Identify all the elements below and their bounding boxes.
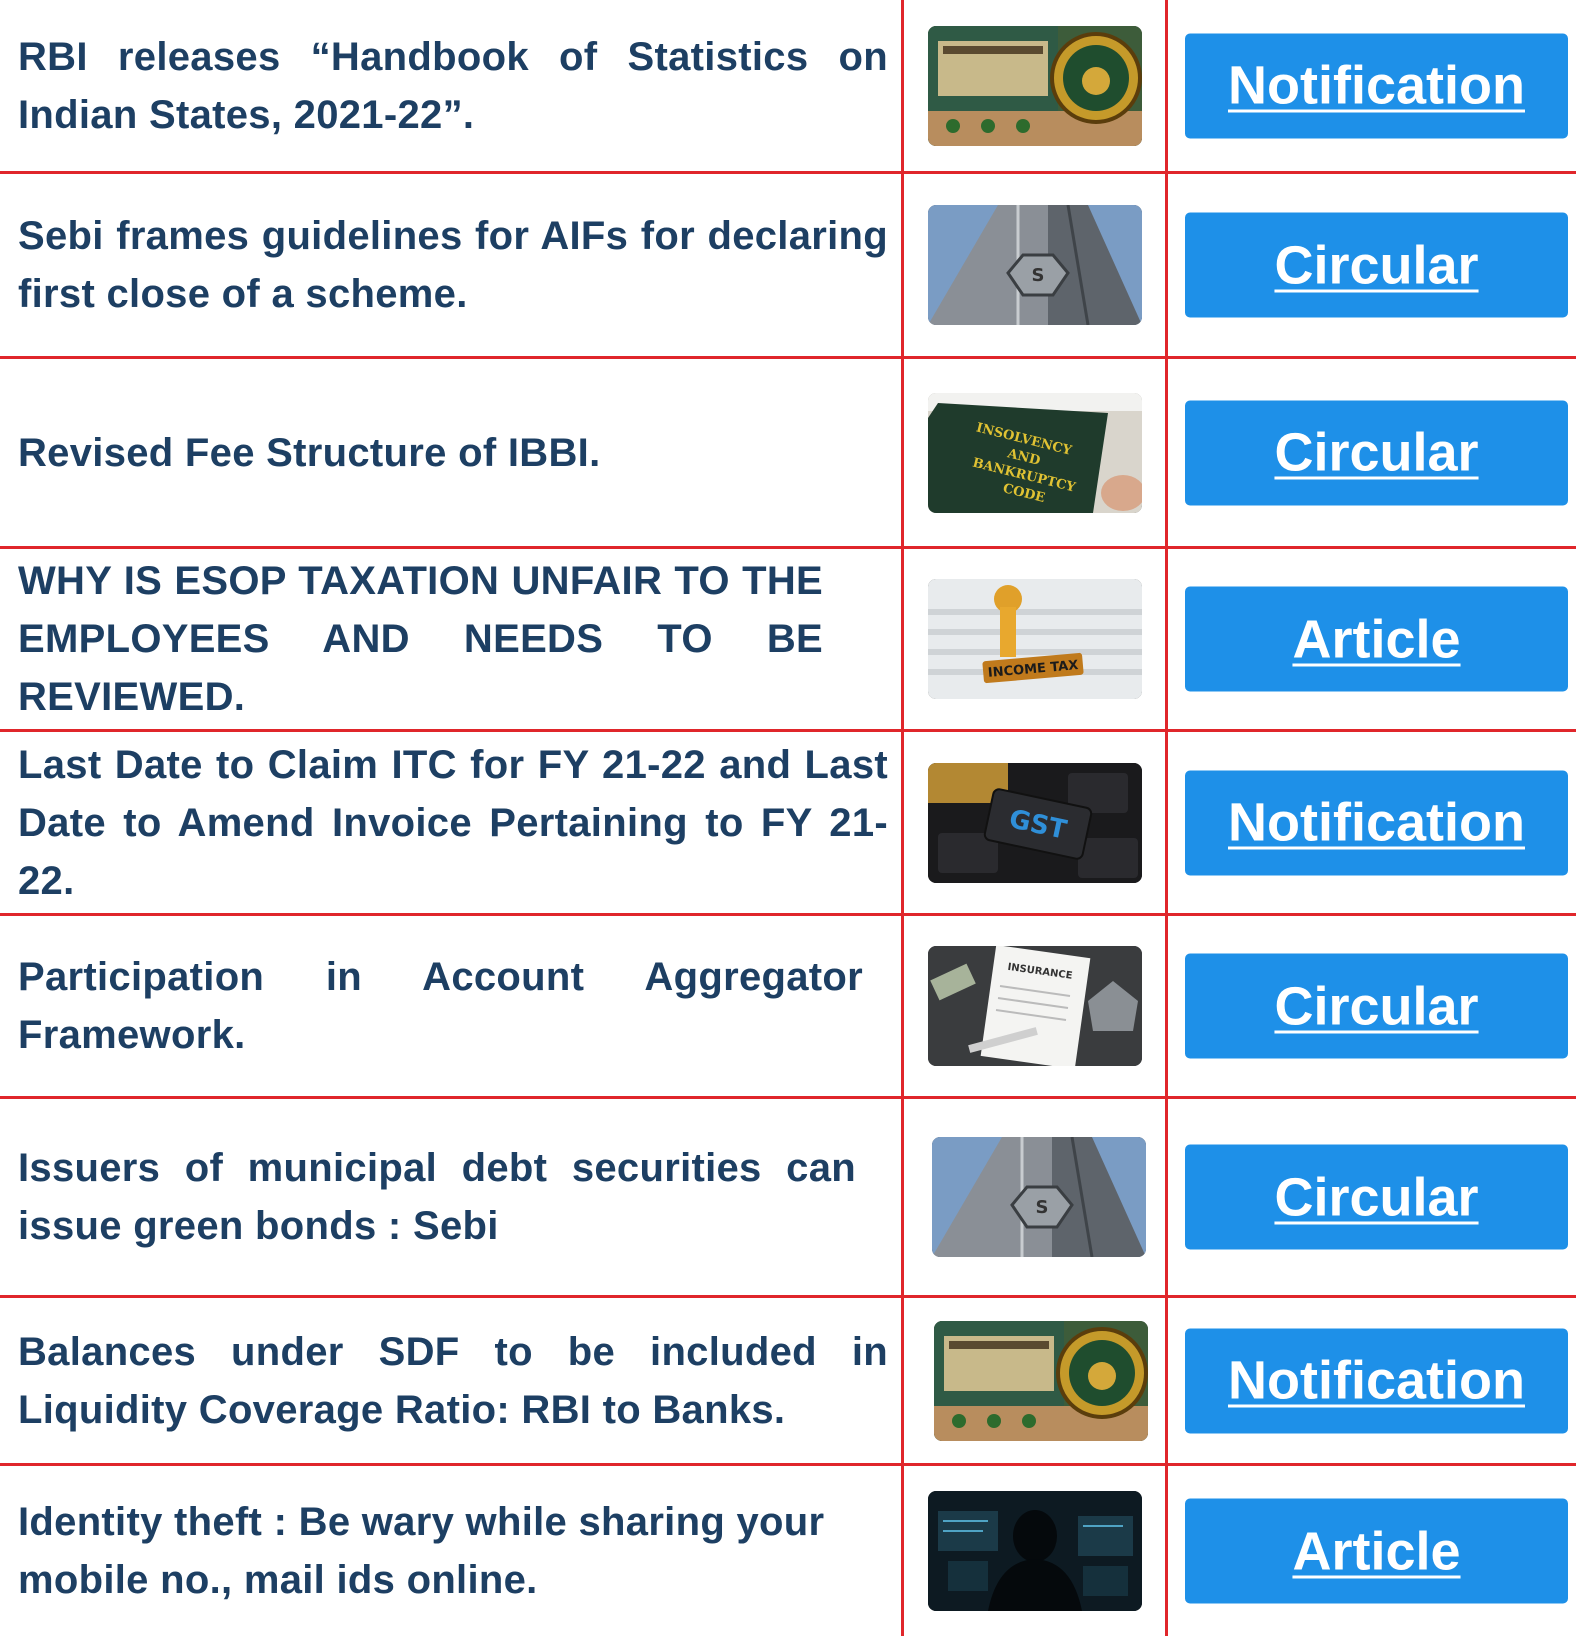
button-label: Notification (1228, 55, 1525, 116)
sebi-building-icon: S (932, 1137, 1146, 1257)
rbi-building-icon (934, 1320, 1148, 1441)
button-label: Circular (1274, 422, 1479, 483)
news-table: RBI releases “Handbook of Statistics on … (0, 0, 1576, 1636)
table-row: RBI releases “Handbook of Statistics on … (0, 0, 1576, 171)
table-row: Participation in Account Aggregator Fram… (0, 916, 1576, 1096)
article-button[interactable]: Article (1185, 1498, 1568, 1604)
rbi-building-icon (928, 25, 1142, 146)
news-title: Sebi frames guidelines for AIFs for decl… (18, 214, 888, 316)
button-label: Notification (1228, 792, 1525, 853)
button-label: Article (1292, 1521, 1461, 1581)
sebi-building-icon: S (928, 205, 1142, 325)
insurance-document-icon: INSURANCE (928, 946, 1142, 1066)
gst-key-icon: GST (928, 762, 1142, 883)
button-label: Circular (1274, 1167, 1479, 1227)
button-label: Circular (1274, 976, 1479, 1036)
button-label: Notification (1228, 1350, 1525, 1411)
circular-button[interactable]: Circular (1185, 400, 1568, 505)
circular-button[interactable]: Circular (1185, 212, 1568, 318)
notification-button[interactable]: Notification (1185, 770, 1568, 875)
table-row: Issuers of municipal debt securities can… (0, 1099, 1576, 1295)
svg-text:S: S (1032, 265, 1045, 286)
table-row: WHY IS ESOP TAXATION UNFAIR TO THE EMPLO… (0, 549, 1576, 729)
table-row: Revised Fee Structure of IBBI. INSOLVENC… (0, 359, 1576, 546)
table-row: Identity theft : Be wary while sharing y… (0, 1466, 1576, 1636)
news-title: Issuers of municipal debt securities can… (18, 1146, 856, 1248)
table-row: Last Date to Claim ITC for FY 21-22 and … (0, 732, 1576, 913)
table-row: Sebi frames guidelines for AIFs for decl… (0, 174, 1576, 356)
news-title: Revised Fee Structure of IBBI. (18, 430, 601, 475)
table-row: Balances under SDF to be included in Liq… (0, 1298, 1576, 1463)
svg-text:S: S (1036, 1197, 1049, 1218)
news-title: Participation in Account Aggregator Fram… (18, 955, 863, 1057)
notification-button[interactable]: Notification (1185, 33, 1568, 138)
circular-button[interactable]: Circular (1185, 1144, 1568, 1250)
news-title: Last Date to Claim ITC for FY 21-22 and … (18, 742, 888, 903)
news-title: RBI releases “Handbook of Statistics on … (18, 34, 888, 137)
button-label: Circular (1274, 235, 1479, 295)
article-button[interactable]: Article (1185, 586, 1568, 692)
notification-button[interactable]: Notification (1185, 1328, 1568, 1433)
news-title: WHY IS ESOP TAXATION UNFAIR TO THE EMPLO… (18, 559, 823, 719)
hacker-icon (928, 1491, 1142, 1611)
news-title: Identity theft : Be wary while sharing y… (18, 1500, 825, 1602)
circular-button[interactable]: Circular (1185, 953, 1568, 1059)
button-label: Article (1292, 609, 1461, 669)
news-title: Balances under SDF to be included in Liq… (18, 1329, 888, 1432)
ibc-book-icon: INSOLVENCY AND BANKRUPTCY CODE (928, 392, 1142, 513)
income-tax-stamp-icon: INCOME TAX (928, 579, 1142, 699)
